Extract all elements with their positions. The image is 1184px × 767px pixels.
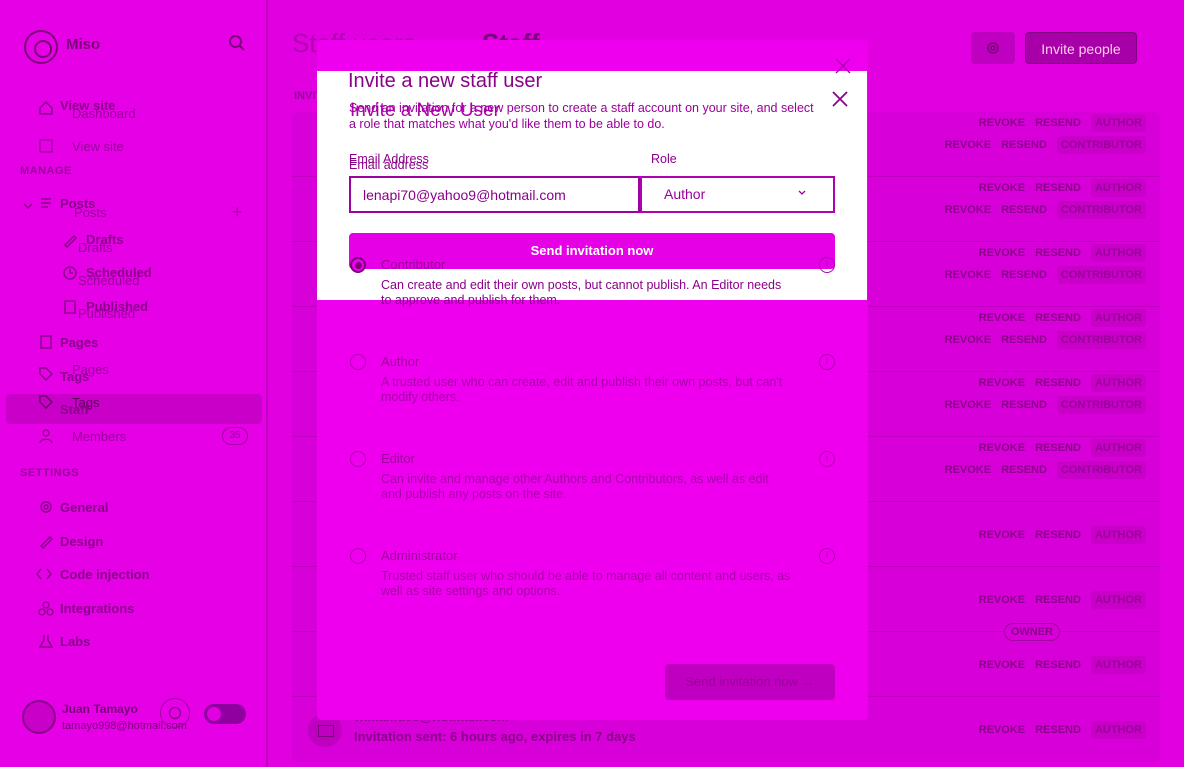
- close-icon[interactable]: [830, 89, 850, 109]
- role-name-contributor[interactable]: Contributor: [381, 257, 445, 272]
- chevron-down-icon: [798, 190, 806, 195]
- role-desc-contributor: Can create and edit their own posts, but…: [381, 278, 782, 307]
- role-radio-editor[interactable]: [350, 451, 366, 467]
- role-select[interactable]: Author: [640, 176, 835, 213]
- close-icon[interactable]: [833, 56, 853, 76]
- modal-title: Invite a new staff user: [348, 70, 543, 92]
- modal-overlay: Invite a new staff user Invite a New Use…: [0, 0, 1184, 767]
- role-name-editor[interactable]: Editor: [381, 451, 415, 466]
- role-radio-author[interactable]: [350, 354, 366, 370]
- role-name-author[interactable]: Author: [381, 354, 419, 369]
- role-name-administrator[interactable]: Administrator: [381, 548, 458, 563]
- email-label: Email address: [349, 158, 429, 172]
- info-icon[interactable]: i: [819, 257, 835, 273]
- role-desc-administrator: Trusted staff user who should be able to…: [381, 569, 791, 598]
- send-invitation-button-secondary[interactable]: Send invitation now →: [665, 664, 835, 700]
- role-label: Role: [651, 152, 677, 166]
- info-icon[interactable]: i: [819, 451, 835, 467]
- info-icon[interactable]: i: [819, 354, 835, 370]
- role-radio-administrator[interactable]: [350, 548, 366, 564]
- role-select-value: Author: [664, 186, 706, 202]
- info-icon[interactable]: i: [819, 548, 835, 564]
- role-desc-author: A trusted user who can create, edit and …: [381, 375, 783, 404]
- role-desc-editor: Can invite and manage other Authors and …: [381, 472, 769, 501]
- role-radio-contributor[interactable]: [350, 257, 366, 273]
- email-input[interactable]: [349, 176, 640, 213]
- modal-subtitle: Send an invitation for a new person to c…: [349, 101, 814, 131]
